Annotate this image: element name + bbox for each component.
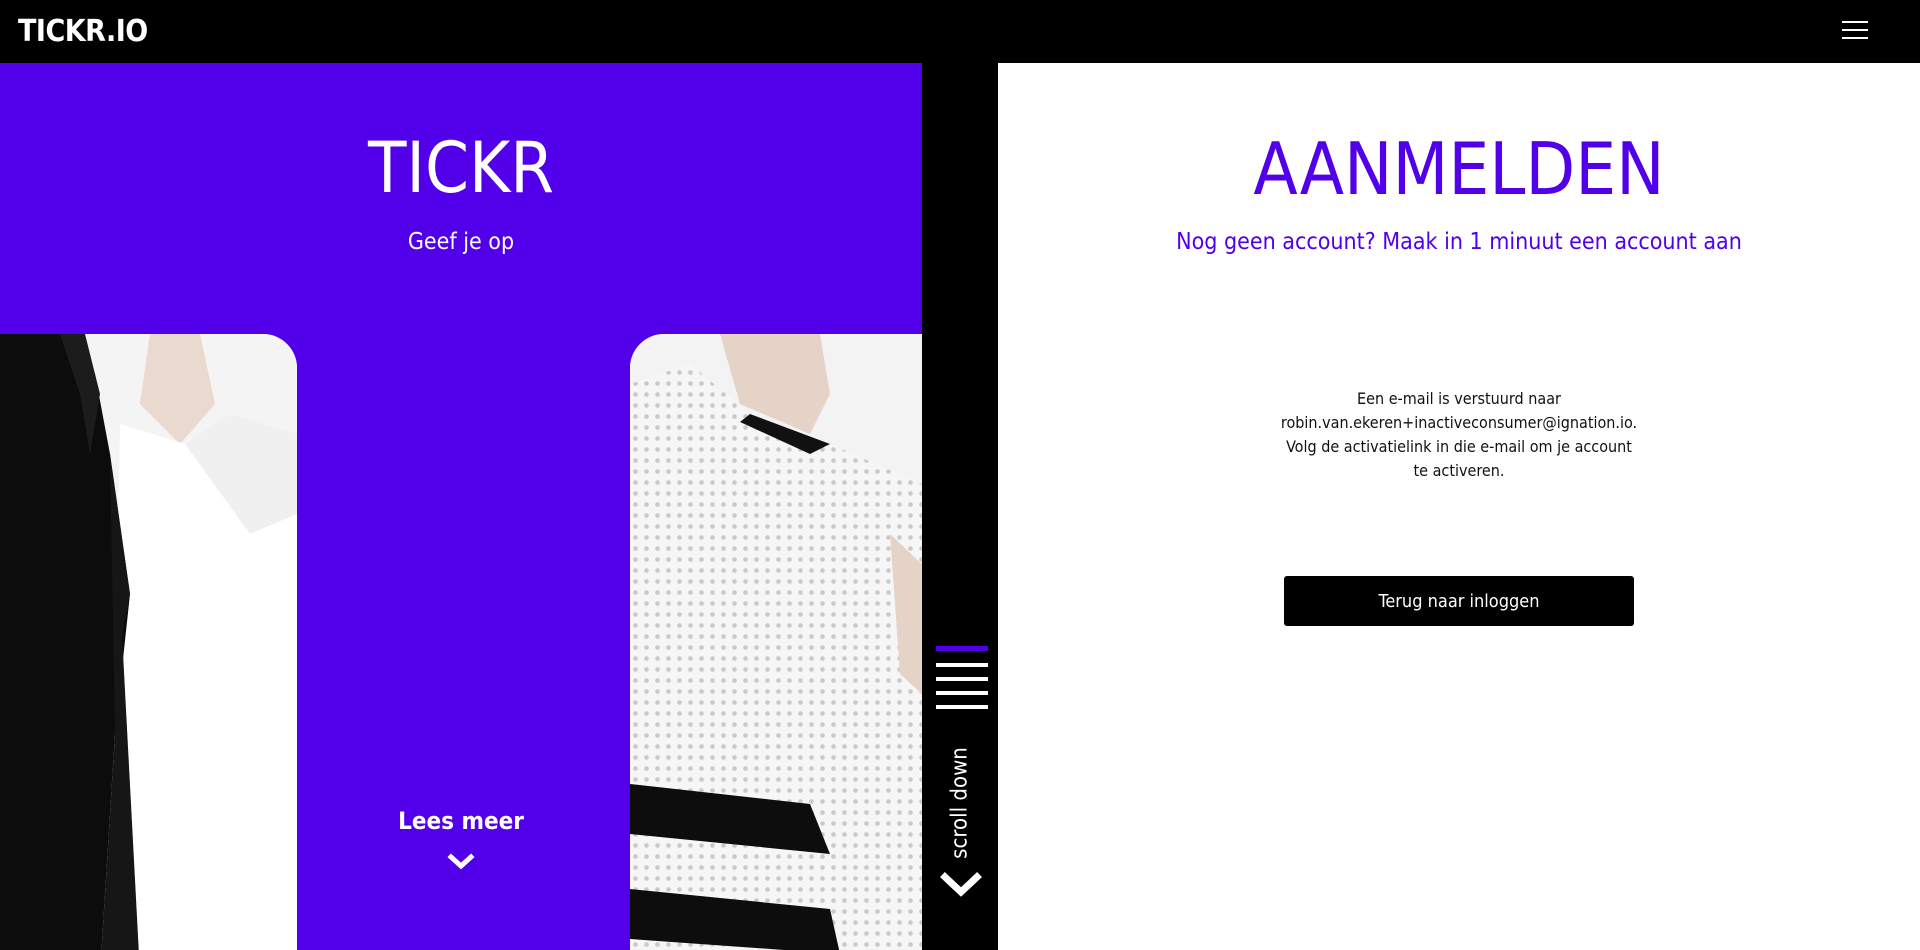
strip-accent-bar bbox=[936, 646, 988, 651]
hero-title: TICKR bbox=[367, 127, 555, 209]
back-to-login-button[interactable]: Terug naar inloggen bbox=[1284, 576, 1634, 626]
page-title: AANMELDEN bbox=[1253, 127, 1665, 211]
strip-line bbox=[936, 677, 988, 681]
message-line: Volg de activatielink in die e-mail om j… bbox=[1286, 437, 1632, 456]
scroll-strip: scroll down bbox=[922, 63, 998, 950]
strip-line bbox=[936, 663, 988, 667]
scroll-down-label[interactable]: scroll down bbox=[948, 747, 973, 859]
message-line: Een e-mail is verstuurd naar bbox=[1357, 389, 1561, 408]
chevron-down-icon[interactable] bbox=[447, 853, 475, 871]
menu-line bbox=[1842, 21, 1868, 23]
message-line: robin.van.ekeren+inactiveconsumer@ignati… bbox=[1280, 413, 1638, 432]
site-logo[interactable]: TICKR.IO bbox=[18, 14, 148, 49]
read-more-link[interactable]: Lees meer bbox=[0, 807, 922, 835]
hamburger-menu-icon[interactable] bbox=[1840, 18, 1872, 42]
hero-panel: TICKR Geef je op Lees meer bbox=[0, 63, 922, 950]
message-line: te activeren. bbox=[1413, 461, 1505, 480]
menu-line bbox=[1842, 29, 1868, 31]
top-bar: TICKR.IO bbox=[0, 0, 1920, 63]
signup-panel: AANMELDEN Nog geen account? Maak in 1 mi… bbox=[998, 63, 1920, 950]
strip-line bbox=[936, 705, 988, 709]
model-photo-right bbox=[630, 334, 922, 950]
create-account-link[interactable]: Nog geen account? Maak in 1 minuut een a… bbox=[998, 229, 1920, 255]
hero-subtitle: Geef je op bbox=[407, 229, 515, 255]
model-photo-left bbox=[0, 334, 297, 950]
chevron-down-icon[interactable] bbox=[940, 871, 982, 899]
menu-line bbox=[1842, 37, 1868, 39]
strip-line bbox=[936, 691, 988, 695]
confirmation-message: Een e-mail is verstuurd naar robin.van.e… bbox=[1250, 387, 1668, 483]
